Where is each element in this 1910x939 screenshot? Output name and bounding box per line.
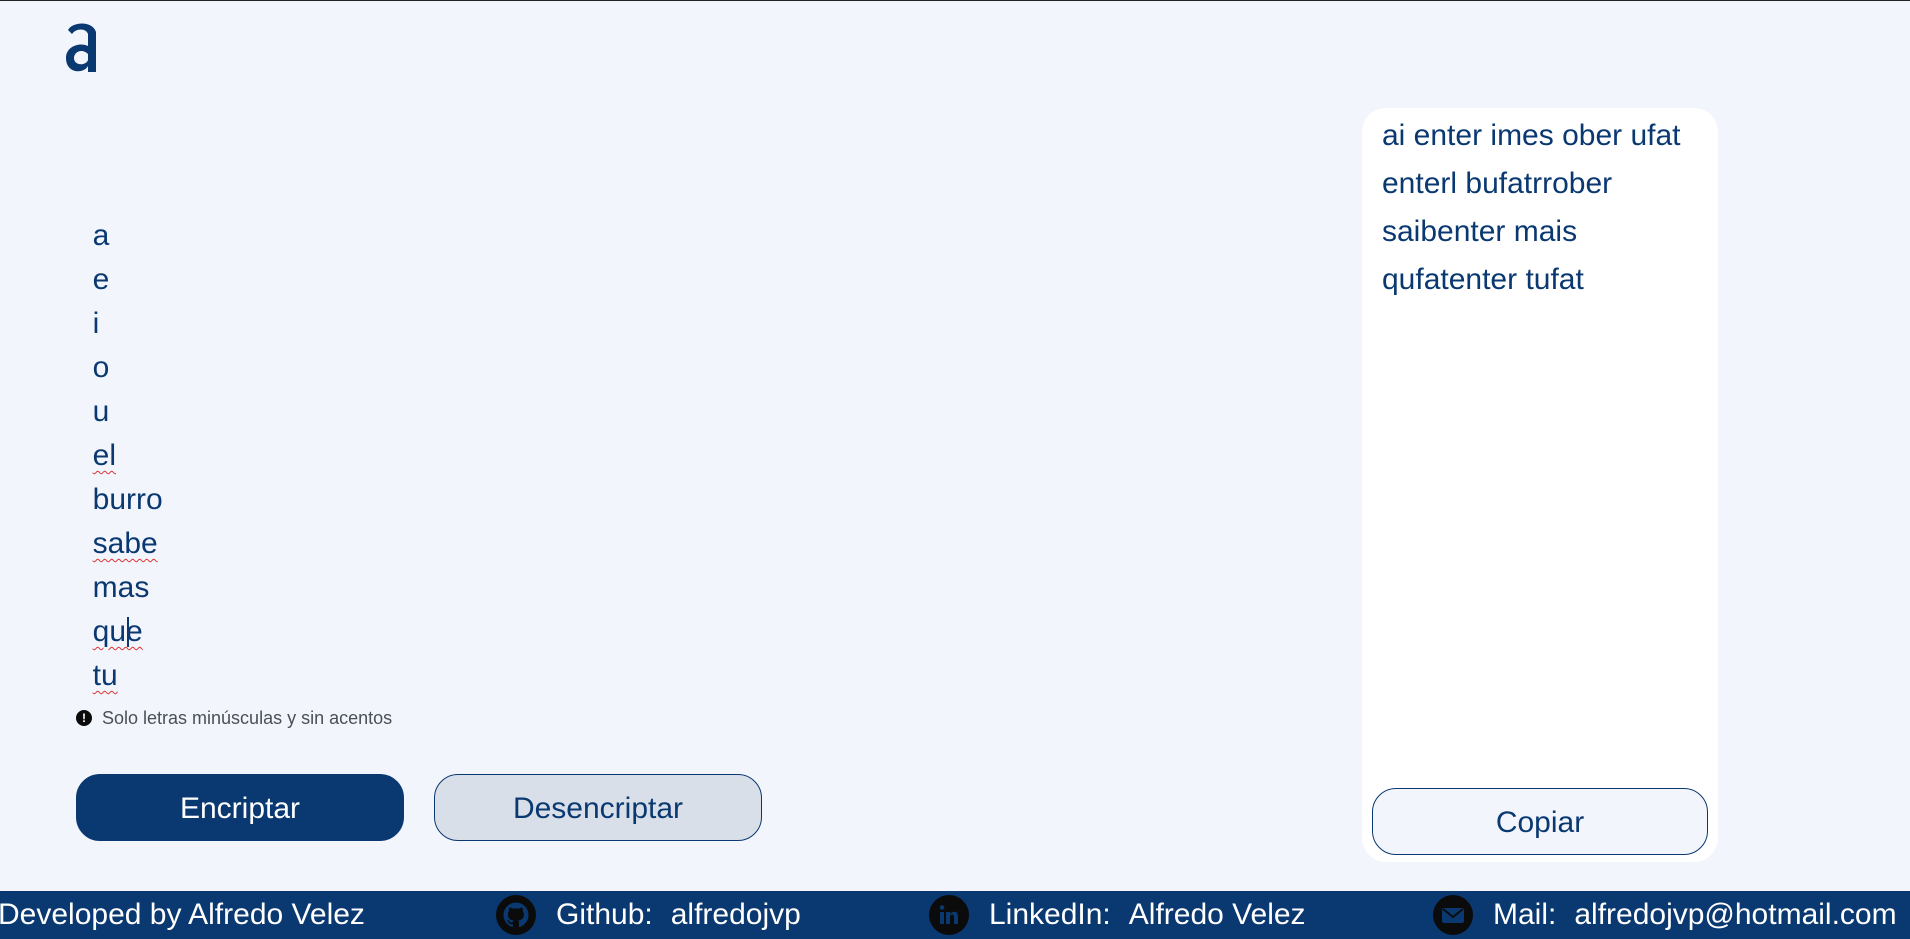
output-line: qufatenter tufat	[1382, 263, 1584, 296]
input-word: burro	[92, 483, 163, 516]
output-line: enterl bufatrrober	[1382, 167, 1613, 200]
output-panel: ai enter imes ober ufat enterl bufatrrob…	[1362, 108, 1718, 862]
output-text[interactable]: ai enter imes ober ufat enterl bufatrrob…	[1382, 112, 1712, 304]
input-word: u	[92, 395, 110, 428]
input-word-misspelled: el	[92, 439, 117, 472]
mail-icon	[1433, 895, 1473, 935]
footer-linkedin[interactable]: LinkedIn: Alfredo Velez	[929, 891, 1306, 939]
linkedin-label: LinkedIn:	[989, 898, 1111, 931]
github-label: Github:	[556, 898, 653, 931]
text-caret	[126, 617, 129, 647]
input-word-misspelled: sabe	[92, 527, 158, 560]
linkedin-value: Alfredo Velez	[1128, 898, 1306, 931]
footer: Developed by Alfredo Velez Github: alfre…	[0, 891, 1910, 939]
mail-value: alfredojvp@hotmail.com	[1574, 898, 1897, 931]
copy-button[interactable]: Copiar	[1372, 788, 1708, 855]
footer-credit: Developed by Alfredo Velez	[0, 891, 365, 939]
output-line: ai enter imes ober ufat	[1382, 119, 1681, 152]
developed-by-text: Developed by Alfredo Velez	[0, 898, 365, 931]
encrypt-button[interactable]: Encriptar	[76, 774, 404, 841]
input-word-misspelled: que	[92, 615, 143, 648]
linkedin-icon	[929, 895, 969, 935]
input-hint: ! Solo letras minúsculas y sin acentos	[76, 707, 392, 729]
message-input[interactable]: a e i o u el burro sabe mas que tu	[76, 170, 1276, 692]
alura-logo-icon[interactable]	[62, 18, 102, 76]
input-word: mas	[92, 571, 150, 604]
input-word: a	[92, 219, 110, 252]
exclamation-circle-icon: !	[76, 710, 92, 726]
input-word: e	[92, 263, 110, 296]
footer-mail[interactable]: Mail: alfredojvp@hotmail.com	[1433, 891, 1897, 939]
input-word-misspelled: tu	[92, 659, 118, 692]
top-border	[0, 0, 1910, 1]
footer-github[interactable]: Github: alfredojvp	[496, 891, 801, 939]
input-word: i	[92, 307, 100, 340]
hint-text: Solo letras minúsculas y sin acentos	[102, 707, 393, 728]
decrypt-button[interactable]: Desencriptar	[434, 774, 762, 841]
input-word: o	[92, 351, 110, 384]
github-value: alfredojvp	[670, 898, 801, 931]
mail-label: Mail:	[1493, 898, 1557, 931]
github-icon	[496, 895, 536, 935]
output-line: saibenter mais	[1382, 215, 1578, 248]
